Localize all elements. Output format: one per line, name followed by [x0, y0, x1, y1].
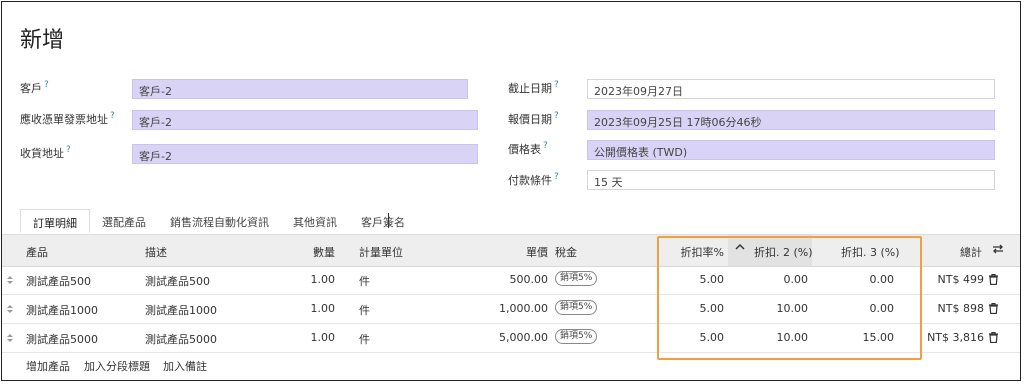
- quotation-date-label: 報價日期?: [508, 111, 559, 126]
- row-total: NT$ 499: [937, 273, 984, 286]
- help-icon[interactable]: ?: [66, 145, 71, 155]
- tab-optional-products[interactable]: 選配產品: [90, 209, 158, 233]
- col-taxes[interactable]: 稅金: [555, 244, 577, 260]
- col-description[interactable]: 描述: [145, 244, 167, 260]
- delivery-address-label: 收貨地址?: [20, 145, 71, 160]
- row-product: 測試產品1000: [26, 304, 98, 317]
- row-quantity: 1.00: [310, 273, 336, 286]
- row-total: NT$ 3,816: [927, 331, 984, 344]
- row-unit-price: 1,000.00: [499, 302, 548, 315]
- help-icon[interactable]: ?: [110, 111, 115, 121]
- row-discount-2: 10.00: [776, 302, 809, 315]
- col-discount-3[interactable]: 折扣. 3 (%): [841, 244, 900, 260]
- row-discount-pct: 5.00: [699, 302, 725, 315]
- row-product: 測試產品5000: [26, 333, 98, 346]
- drag-handle-icon[interactable]: [7, 333, 13, 343]
- pricelist-field[interactable]: 公開價格表 (TWD): [587, 140, 995, 160]
- customer-field[interactable]: 客戶-2: [132, 79, 468, 99]
- row-discount-3: 0.00: [869, 273, 895, 286]
- trash-icon[interactable]: [989, 303, 998, 314]
- help-icon[interactable]: ?: [554, 111, 559, 121]
- invoice-address-label: 應收憑單發票地址?: [20, 111, 115, 126]
- payment-terms-label: 付款條件?: [508, 172, 559, 187]
- row-discount-pct: 5.00: [699, 273, 725, 286]
- col-discount-2[interactable]: 折扣. 2 (%): [754, 244, 813, 260]
- expiration-label: 截止日期?: [508, 80, 559, 95]
- row-uom: 件: [359, 333, 370, 346]
- row-unit-price: 5,000.00: [499, 331, 548, 344]
- row-unit-price: 500.00: [509, 273, 549, 286]
- trash-icon[interactable]: [989, 274, 998, 285]
- help-icon[interactable]: ?: [44, 80, 49, 90]
- row-description: 測試產品5000: [145, 333, 217, 346]
- tab-sales-automation[interactable]: 銷售流程自動化資訊: [158, 209, 281, 233]
- row-quantity: 1.00: [310, 302, 336, 315]
- tab-other-info[interactable]: 其他資訊: [281, 209, 349, 233]
- col-quantity[interactable]: 數量: [282, 244, 335, 260]
- row-discount-2: 0.00: [783, 273, 809, 286]
- row-total: NT$ 898: [937, 302, 984, 315]
- row-discount-3: 0.00: [869, 302, 895, 315]
- text-cursor: [388, 213, 389, 228]
- tax-badge: 銷項5%: [555, 271, 598, 286]
- sort-asc-icon: [735, 242, 745, 255]
- row-description: 測試產品500: [145, 275, 210, 288]
- order-lines-header: 產品 描述 數量 計量單位 單價 稅金 折扣率% 折扣. 2 (%) 折扣. 3…: [2, 234, 1020, 267]
- customer-label: 客戶?: [20, 80, 49, 95]
- tax-badge: 銷項5%: [555, 329, 598, 344]
- notebook-tabs: 訂單明細 選配產品 銷售流程自動化資訊 其他資訊 客戶簽名: [20, 209, 417, 233]
- col-uom[interactable]: 計量單位: [359, 244, 403, 260]
- trash-icon[interactable]: [989, 332, 998, 343]
- row-discount-3: 15.00: [862, 331, 895, 344]
- invoice-address-field[interactable]: 客戶-2: [132, 110, 478, 130]
- row-uom: 件: [359, 275, 370, 288]
- add-section-link[interactable]: 加入分段標題: [84, 358, 150, 374]
- row-discount-pct: 5.00: [699, 331, 725, 344]
- col-unit-price[interactable]: 單價: [492, 244, 548, 260]
- tab-customer-signature[interactable]: 客戶簽名: [349, 209, 417, 233]
- add-product-link[interactable]: 增加產品: [26, 358, 70, 374]
- form-view: 新增 客戶? 客戶-2 應收憑單發票地址? 客戶-2 收貨地址? 客戶-2 截止…: [1, 1, 1021, 381]
- pricelist-label: 價格表?: [508, 141, 548, 156]
- quotation-date-field[interactable]: 2023年09月25日 17時06分46秒: [587, 110, 995, 130]
- col-total[interactable]: 總計: [932, 244, 982, 260]
- tax-badge: 銷項5%: [555, 300, 598, 315]
- help-icon[interactable]: ?: [543, 141, 548, 151]
- row-description: 測試產品1000: [145, 304, 217, 317]
- column-settings-icon[interactable]: [992, 243, 1004, 258]
- add-note-link[interactable]: 加入備註: [163, 358, 207, 374]
- table-row[interactable]: 測試產品5000 測試產品5000 1.00 件 5,000.00 銷項5% 5…: [2, 323, 1020, 353]
- row-quantity: 1.00: [310, 331, 336, 344]
- table-row[interactable]: 測試產品1000 測試產品1000 1.00 件 1,000.00 銷項5% 5…: [2, 294, 1020, 324]
- table-row[interactable]: 測試產品500 測試產品500 1.00 件 500.00 銷項5% 5.00 …: [2, 265, 1020, 295]
- expiration-field[interactable]: 2023年09月27日: [587, 79, 995, 99]
- col-product[interactable]: 產品: [26, 244, 48, 260]
- row-uom: 件: [359, 304, 370, 317]
- row-discount-2: 10.00: [776, 331, 809, 344]
- row-product: 測試產品500: [26, 275, 91, 288]
- delivery-address-field[interactable]: 客戶-2: [132, 144, 478, 164]
- tab-order-lines[interactable]: 訂單明細: [20, 209, 90, 233]
- payment-terms-field[interactable]: 15 天: [587, 170, 995, 190]
- help-icon[interactable]: ?: [554, 172, 559, 182]
- page-title: 新增: [20, 28, 65, 53]
- drag-handle-icon[interactable]: [7, 304, 13, 314]
- drag-handle-icon[interactable]: [7, 275, 13, 285]
- col-discount-pct[interactable]: 折扣率%: [662, 244, 724, 260]
- help-icon[interactable]: ?: [554, 80, 559, 90]
